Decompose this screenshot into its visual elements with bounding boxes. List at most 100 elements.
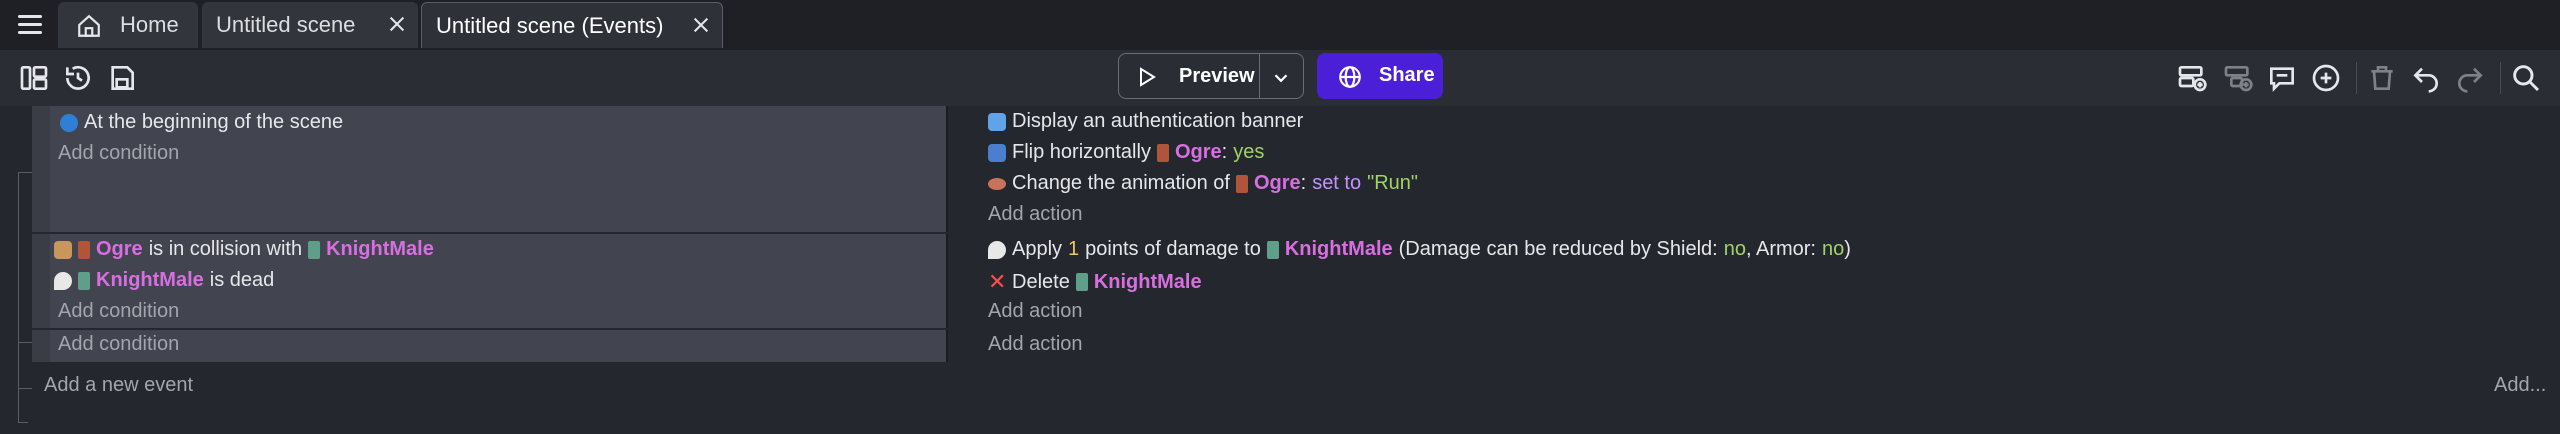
tree-guide (18, 342, 32, 343)
parameter-value: no (1723, 238, 1746, 260)
add-action-button[interactable]: Add action (988, 333, 1083, 356)
trash-icon (2371, 66, 2393, 90)
action-item[interactable]: Flip horizontally Ogre: yes (988, 141, 1264, 164)
conditions-column: At the beginning of the scene Add condit… (32, 106, 946, 232)
action-text: Flip horizontally (1012, 141, 1151, 163)
action-text: Apply (1012, 238, 1063, 260)
tab-bar: Home Untitled scene Untitled scene (Even… (0, 0, 2560, 50)
delete-x-icon: ✕ (988, 269, 1007, 294)
event-block[interactable]: At the beginning of the scene Add condit… (32, 106, 2560, 232)
play-icon (1140, 67, 1156, 87)
ogre-sprite-icon (1156, 143, 1169, 162)
flip-icon (988, 143, 1006, 162)
tab-home[interactable]: Home (58, 2, 198, 48)
add-more-label: Add... (2494, 374, 2547, 396)
add-subevent-icon (2224, 66, 2253, 92)
close-icon[interactable] (690, 14, 712, 36)
actions-column: Add action (946, 330, 2560, 362)
object-name: Ogre (1253, 172, 1301, 194)
separator: : (1300, 172, 1307, 194)
redo-icon (2458, 67, 2483, 93)
parameter-value: yes (1233, 141, 1265, 163)
toolbar: Preview Share (0, 50, 2560, 106)
animation-icon (988, 177, 1006, 190)
action-text: Change the animation of (1012, 172, 1230, 194)
events-sheet: At the beginning of the scene Add condit… (0, 106, 2560, 434)
history-icon[interactable] (62, 62, 94, 94)
user-banner-icon (988, 112, 1006, 131)
add-new-event-button[interactable]: Add a new event (44, 374, 193, 397)
condition-item[interactable]: Ogre is in collision with KnightMale (54, 238, 434, 261)
add-condition-label: Add condition (58, 142, 180, 164)
add-condition-label: Add condition (58, 333, 180, 355)
knight-sprite-icon (1075, 273, 1088, 291)
add-condition-button[interactable]: Add condition (58, 142, 179, 165)
parameter-value: "Run" (1367, 172, 1418, 194)
chevron-down-icon[interactable] (1270, 67, 1292, 89)
globe-icon (1339, 66, 1361, 88)
event-block[interactable]: Ogre is in collision with KnightMale Kni… (32, 234, 2560, 328)
preview-label: Preview (1179, 65, 1255, 87)
tree-guide (18, 388, 32, 389)
add-more-button[interactable]: Add... (2494, 374, 2546, 397)
action-item[interactable]: Change the animation of Ogre: set to "Ru… (988, 172, 1418, 195)
undo-icon[interactable] (2410, 62, 2442, 94)
object-name: Ogre (1174, 141, 1222, 163)
action-text: ) (1844, 238, 1851, 260)
conditions-column: Add condition (32, 330, 946, 362)
conditions-column: Ogre is in collision with KnightMale Kni… (32, 234, 946, 328)
tab-label: Untitled scene (216, 12, 356, 37)
knight-sprite-icon (78, 271, 90, 290)
preview-button[interactable]: Preview (1118, 53, 1304, 99)
tree-guide (18, 172, 32, 173)
object-name: KnightMale (96, 269, 204, 291)
condition-text: At the beginning of the scene (84, 111, 344, 133)
object-name: KnightMale (1284, 238, 1393, 260)
share-button[interactable]: Share (1317, 53, 1443, 99)
add-action-label: Add action (988, 333, 1083, 355)
layout-icon[interactable] (18, 62, 50, 94)
toolbar-divider (2500, 62, 2501, 94)
tab-label: Untitled scene (Events) (436, 13, 664, 38)
add-event-icon[interactable] (2176, 62, 2208, 94)
add-plus-icon[interactable] (2310, 62, 2342, 94)
add-action-button[interactable]: Add action (988, 203, 1083, 226)
actions-column: Display an authentication banner Flip ho… (946, 106, 2560, 232)
action-text: Delete (1012, 270, 1070, 293)
tab-home-label: Home (120, 12, 179, 37)
add-new-event-label: Add a new event (44, 374, 193, 396)
action-text: Display an authentication banner (1012, 110, 1304, 132)
object-name: Ogre (96, 238, 143, 260)
separator: : (1221, 141, 1228, 163)
tab-untitled-scene[interactable]: Untitled scene (202, 2, 418, 48)
tab-untitled-scene-events[interactable]: Untitled scene (Events) (421, 2, 723, 48)
save-icon[interactable] (106, 62, 138, 94)
parameter-number: 1 (1068, 238, 1080, 260)
preview-divider (1259, 54, 1260, 98)
heart-icon (54, 271, 72, 290)
action-item[interactable]: Display an authentication banner (988, 110, 1303, 133)
scene-start-icon (60, 113, 78, 132)
condition-text: is dead (209, 269, 275, 291)
condition-text: is in collision with (148, 238, 303, 260)
add-comment-icon[interactable] (2266, 62, 2298, 94)
object-name: KnightMale (326, 238, 434, 260)
add-action-button[interactable]: Add action (988, 300, 1083, 323)
action-text: points of damage to (1085, 238, 1261, 260)
action-item[interactable]: Apply 1 points of damage to KnightMale (… (988, 238, 1851, 261)
add-condition-button[interactable]: Add condition (58, 333, 179, 356)
add-action-label: Add action (988, 300, 1083, 322)
ogre-sprite-icon (1235, 174, 1248, 193)
operator-text: set to (1312, 172, 1362, 194)
add-action-label: Add action (988, 203, 1083, 225)
action-item[interactable]: ✕ Delete KnightMale (988, 269, 1202, 295)
condition-item[interactable]: At the beginning of the scene (60, 111, 343, 134)
event-block[interactable]: Add condition Add action (32, 330, 2560, 362)
tree-guide (18, 172, 19, 422)
toolbar-divider (2356, 62, 2357, 94)
add-condition-button[interactable]: Add condition (58, 300, 179, 323)
search-icon[interactable] (2510, 62, 2542, 94)
condition-item[interactable]: KnightMale is dead (54, 269, 274, 292)
menu-icon[interactable] (14, 12, 48, 38)
close-icon[interactable] (386, 13, 408, 35)
